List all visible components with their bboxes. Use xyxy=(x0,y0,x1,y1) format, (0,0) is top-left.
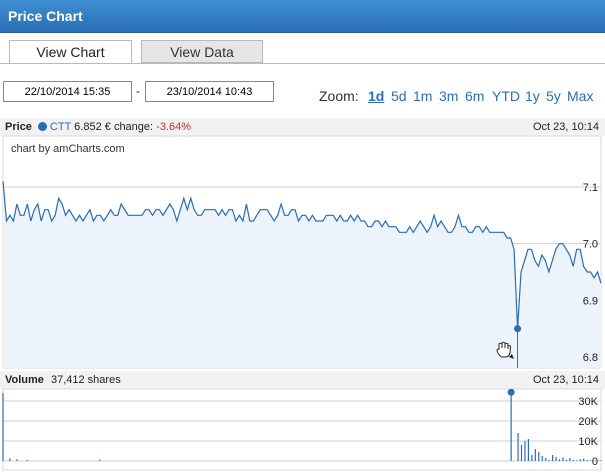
price-tick-label: 7.1 xyxy=(583,182,598,194)
volume-tick-label: 10K xyxy=(578,436,598,448)
price-highlight-point xyxy=(514,325,522,333)
volume-tick-label: 30K xyxy=(578,396,598,408)
volume-highlight-point xyxy=(507,388,515,396)
chart-canvas[interactable]: 7.1 7.0 6.9 6.8 30K 20K 10K 0 xyxy=(0,0,605,472)
price-tick-label: 7.0 xyxy=(583,239,598,251)
price-tick-label: 6.8 xyxy=(583,352,598,364)
price-area-fill xyxy=(3,181,601,368)
volume-tick-label: 0 xyxy=(592,456,598,468)
volume-tick-label: 20K xyxy=(578,416,598,428)
price-tick-label: 6.9 xyxy=(583,295,598,307)
